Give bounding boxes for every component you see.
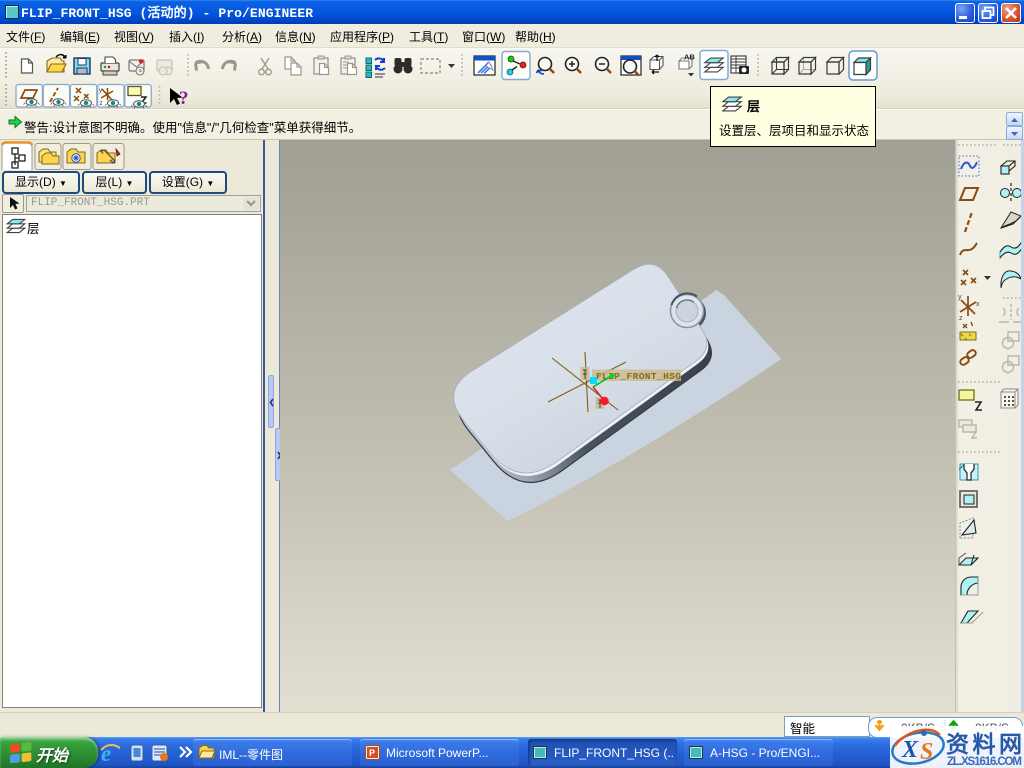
svg-text:ZL.XS1616.COM: ZL.XS1616.COM — [947, 756, 1022, 768]
svg-text:AB: AB — [684, 53, 695, 62]
svg-text:y: y — [958, 294, 962, 301]
svg-text:P: P — [369, 748, 375, 758]
svg-text:S: S — [920, 739, 933, 765]
svg-text:x: x — [976, 301, 980, 308]
svg-text:?: ? — [179, 88, 189, 109]
svg-text:y: y — [99, 88, 102, 94]
svg-text:X: X — [901, 737, 919, 763]
svg-text:资料网: 资料网 — [946, 726, 1022, 759]
svg-text:z: z — [959, 315, 963, 322]
svg-text:z: z — [100, 101, 103, 107]
